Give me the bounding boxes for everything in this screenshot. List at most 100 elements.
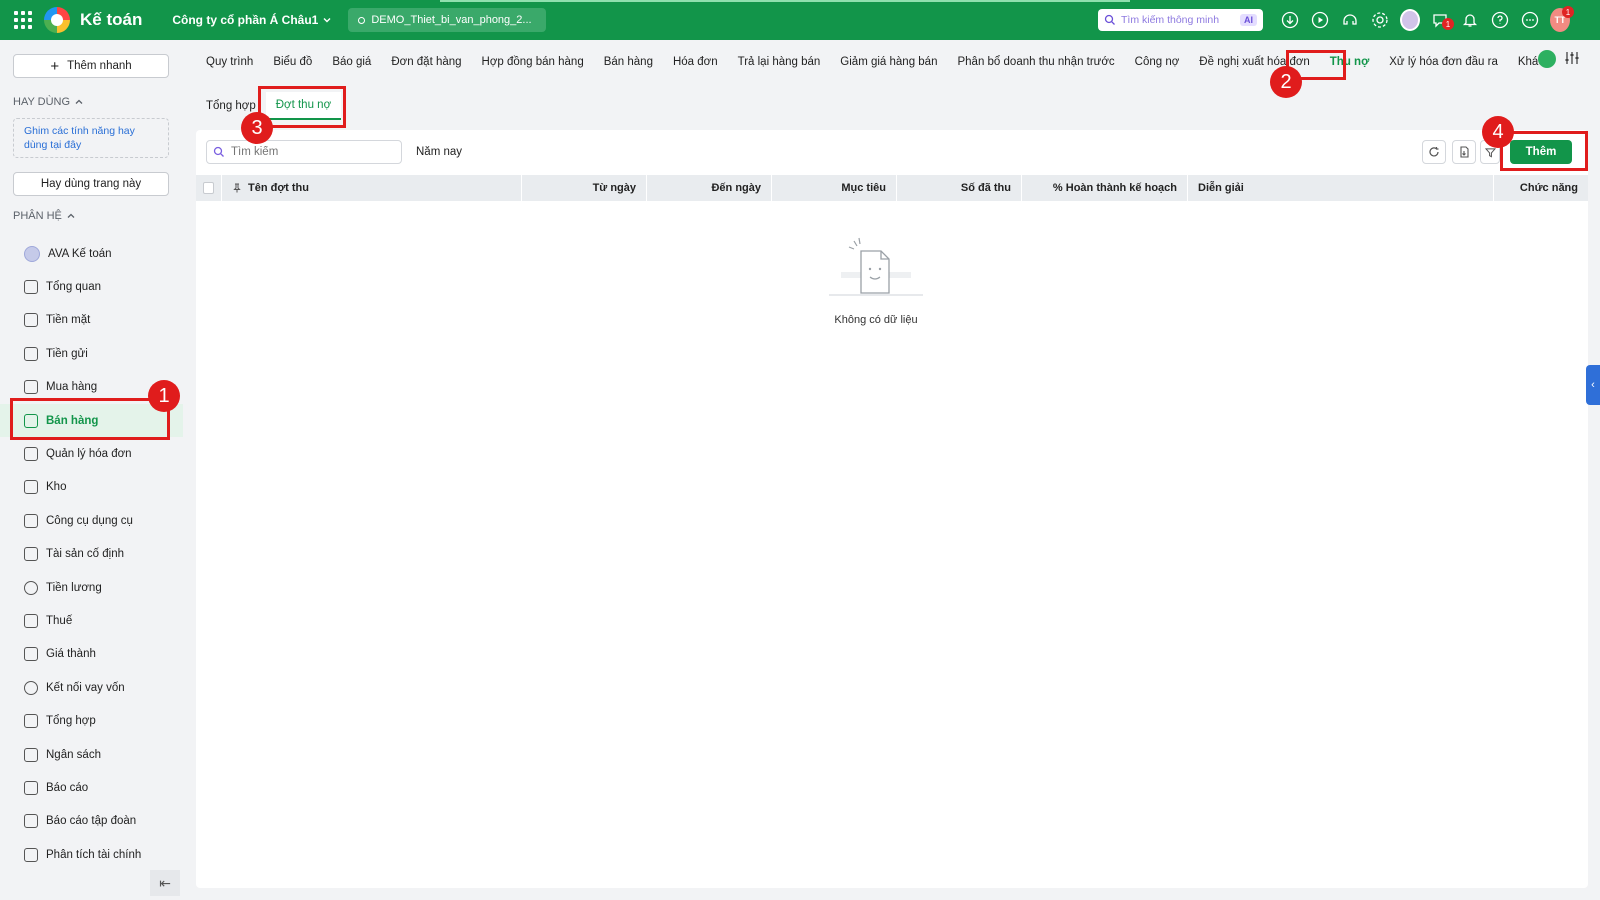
sidebar-item-label: Giá thành — [46, 648, 96, 661]
column-settings-icon[interactable] — [1564, 50, 1580, 66]
sidebar-item-salary[interactable]: Tiền lương — [0, 571, 183, 604]
cart-icon — [24, 413, 38, 428]
ava-icon — [24, 245, 40, 262]
user-avatar[interactable] — [1400, 9, 1420, 31]
sidebar-item-label: Tổng quan — [46, 281, 101, 294]
sidebar-item-ava[interactable]: AVA Kế toán — [0, 237, 183, 270]
support-icon[interactable] — [1340, 10, 1360, 30]
sidebar-item-label: Tổng hợp — [46, 715, 96, 728]
tab-output-invoices[interactable]: Xử lý hóa đơn đầu ra — [1379, 48, 1508, 76]
col-target[interactable]: Mục tiêu — [772, 175, 897, 201]
tab-process[interactable]: Quy trình — [196, 48, 263, 76]
sidebar-item-cash[interactable]: Tiền mặt — [0, 304, 183, 337]
tab-deferred-revenue[interactable]: Phân bổ doanh thu nhận trước — [947, 48, 1124, 76]
sidebar-item-budget[interactable]: Ngân sách — [0, 738, 183, 771]
lightbulb-icon[interactable] — [1538, 50, 1556, 68]
sidebar-item-warehouse[interactable]: Kho — [0, 471, 183, 504]
sidebar-item-overview[interactable]: Tổng quan — [0, 270, 183, 303]
sidebar-item-label: Tiền gửi — [46, 347, 88, 360]
loan-icon — [24, 680, 38, 695]
module-tabs: Quy trình Biểu đồ Báo giá Đơn đặt hàng H… — [196, 48, 1600, 76]
col-collected[interactable]: Số đã thu — [897, 175, 1022, 201]
invoice-icon — [24, 447, 38, 462]
col-from-date[interactable]: Từ ngày — [522, 175, 647, 201]
sidebar-item-label: AVA Kế toán — [48, 247, 112, 260]
sidebar-item-tools[interactable]: Công cụ dụng cụ — [0, 504, 183, 537]
sidebar-item-tax[interactable]: Thuế — [0, 604, 183, 637]
shopping-bag-icon — [24, 380, 38, 395]
smart-search-input[interactable]: Tìm kiếm thông minh AI — [1098, 9, 1263, 31]
sidebar-item-summary[interactable]: Tổng hợp — [0, 704, 183, 737]
warehouse-icon — [24, 480, 38, 495]
app-grid-icon[interactable] — [14, 11, 32, 29]
tab-charts[interactable]: Biểu đồ — [263, 48, 322, 76]
step-marker: 3 — [241, 112, 273, 144]
subtab-collection-rounds[interactable]: Đợt thu nợ — [265, 92, 342, 120]
tab-returns[interactable]: Trả lại hàng bán — [728, 48, 831, 76]
sidebar-item-label: Thuế — [46, 614, 73, 627]
tab-discounts[interactable]: Giảm giá hàng bán — [830, 48, 947, 76]
tab-more[interactable]: Khác — [1508, 48, 1567, 76]
side-panel-toggle-icon[interactable]: ‹ — [1586, 365, 1600, 405]
chevron-up-icon — [67, 213, 75, 218]
sidebar-item-financial-analysis[interactable]: Phân tích tài chính — [0, 838, 183, 871]
sidebar-item-label: Kết nối vay vốn — [46, 681, 125, 694]
sidebar-item-deposits[interactable]: Tiền gửi — [0, 337, 183, 370]
sidebar-item-reports[interactable]: Báo cáo — [0, 771, 183, 804]
col-actions: Chức năng — [1519, 182, 1578, 194]
quick-add-button[interactable]: + Thêm nhanh — [13, 54, 169, 78]
modules-section-toggle[interactable]: PHÂN HỆ — [13, 210, 76, 222]
more-icon[interactable] — [1520, 10, 1540, 30]
favorites-section-toggle[interactable]: HAY DÙNG — [13, 96, 84, 108]
tab-invoice-requests[interactable]: Đề nghị xuất hóa đơn — [1189, 48, 1319, 76]
sidebar-item-cost[interactable]: Giá thành — [0, 638, 183, 671]
help-icon[interactable] — [1490, 10, 1510, 30]
tab-debt-collection[interactable]: Thu nợ — [1320, 48, 1379, 76]
sidebar-item-group-reports[interactable]: Báo cáo tập đoàn — [0, 805, 183, 838]
tab-contracts[interactable]: Hợp đồng bán hàng — [472, 48, 594, 76]
col-name[interactable]: Tên đợt thu — [222, 175, 522, 201]
favorite-page-button[interactable]: Hay dùng trang này — [13, 172, 169, 196]
content-card: Năm nay Thêm Tên đợt thu Từ ngày Đến ngà… — [196, 130, 1588, 888]
col-completion[interactable]: % Hoàn thành kế hoạch — [1022, 175, 1188, 201]
top-bar: Kế toán Công ty cổ phần Á Châu1 DEMO_Thi… — [0, 0, 1600, 40]
bell-icon[interactable] — [1460, 10, 1480, 30]
tab-invoices[interactable]: Hóa đơn — [663, 48, 728, 76]
account-avatar[interactable]: TT 1 — [1550, 6, 1574, 32]
empty-document-icon — [829, 237, 923, 296]
summary-icon — [24, 714, 38, 729]
col-to-date[interactable]: Đến ngày — [647, 175, 772, 201]
collapse-sidebar-icon[interactable]: ⇤ — [150, 870, 180, 896]
sidebar-item-label: Tiền mặt — [46, 314, 91, 327]
sidebar-item-loans[interactable]: Kết nối vay vốn — [0, 671, 183, 704]
col-description[interactable]: Diễn giải — [1188, 175, 1494, 201]
sub-tabs: Tổng hợp Đợt thu nợ — [196, 92, 342, 120]
tab-sales[interactable]: Bán hàng — [594, 48, 663, 76]
refresh-icon — [1429, 147, 1439, 157]
table-header: Tên đợt thu Từ ngày Đến ngày Mục tiêu Số… — [196, 175, 1588, 201]
sidebar-item-fixed-assets[interactable]: Tài sản cố định — [0, 538, 183, 571]
sidebar-item-label: Báo cáo — [46, 781, 89, 794]
refresh-button[interactable] — [1422, 140, 1446, 164]
select-all-checkbox[interactable] — [203, 182, 214, 194]
empty-state: Không có dữ liệu — [796, 235, 956, 326]
play-icon[interactable] — [1310, 10, 1330, 30]
download-icon[interactable] — [1280, 10, 1300, 30]
chat-icon[interactable]: 1 — [1430, 10, 1454, 30]
step-marker: 2 — [1270, 66, 1302, 98]
export-button[interactable] — [1452, 140, 1476, 164]
add-button[interactable]: Thêm — [1510, 140, 1572, 164]
tab-quotes[interactable]: Báo giá — [322, 48, 381, 76]
company-selector[interactable]: Công ty cổ phần Á Châu1 — [172, 13, 332, 27]
period-selector[interactable]: Năm nay — [416, 146, 462, 158]
gear-icon[interactable] — [1370, 10, 1390, 30]
database-selector[interactable]: DEMO_Thiet_bi_van_phong_2... — [348, 8, 546, 32]
account-badge: 1 — [1562, 6, 1574, 18]
filter-icon — [1484, 147, 1496, 157]
tax-icon — [24, 613, 38, 628]
tab-receivables[interactable]: Công nợ — [1125, 48, 1190, 76]
search-input[interactable] — [231, 146, 391, 158]
search-field[interactable] — [206, 140, 402, 164]
tab-orders[interactable]: Đơn đặt hàng — [381, 48, 471, 76]
sidebar-item-invoices[interactable]: Quản lý hóa đơn — [0, 437, 183, 470]
